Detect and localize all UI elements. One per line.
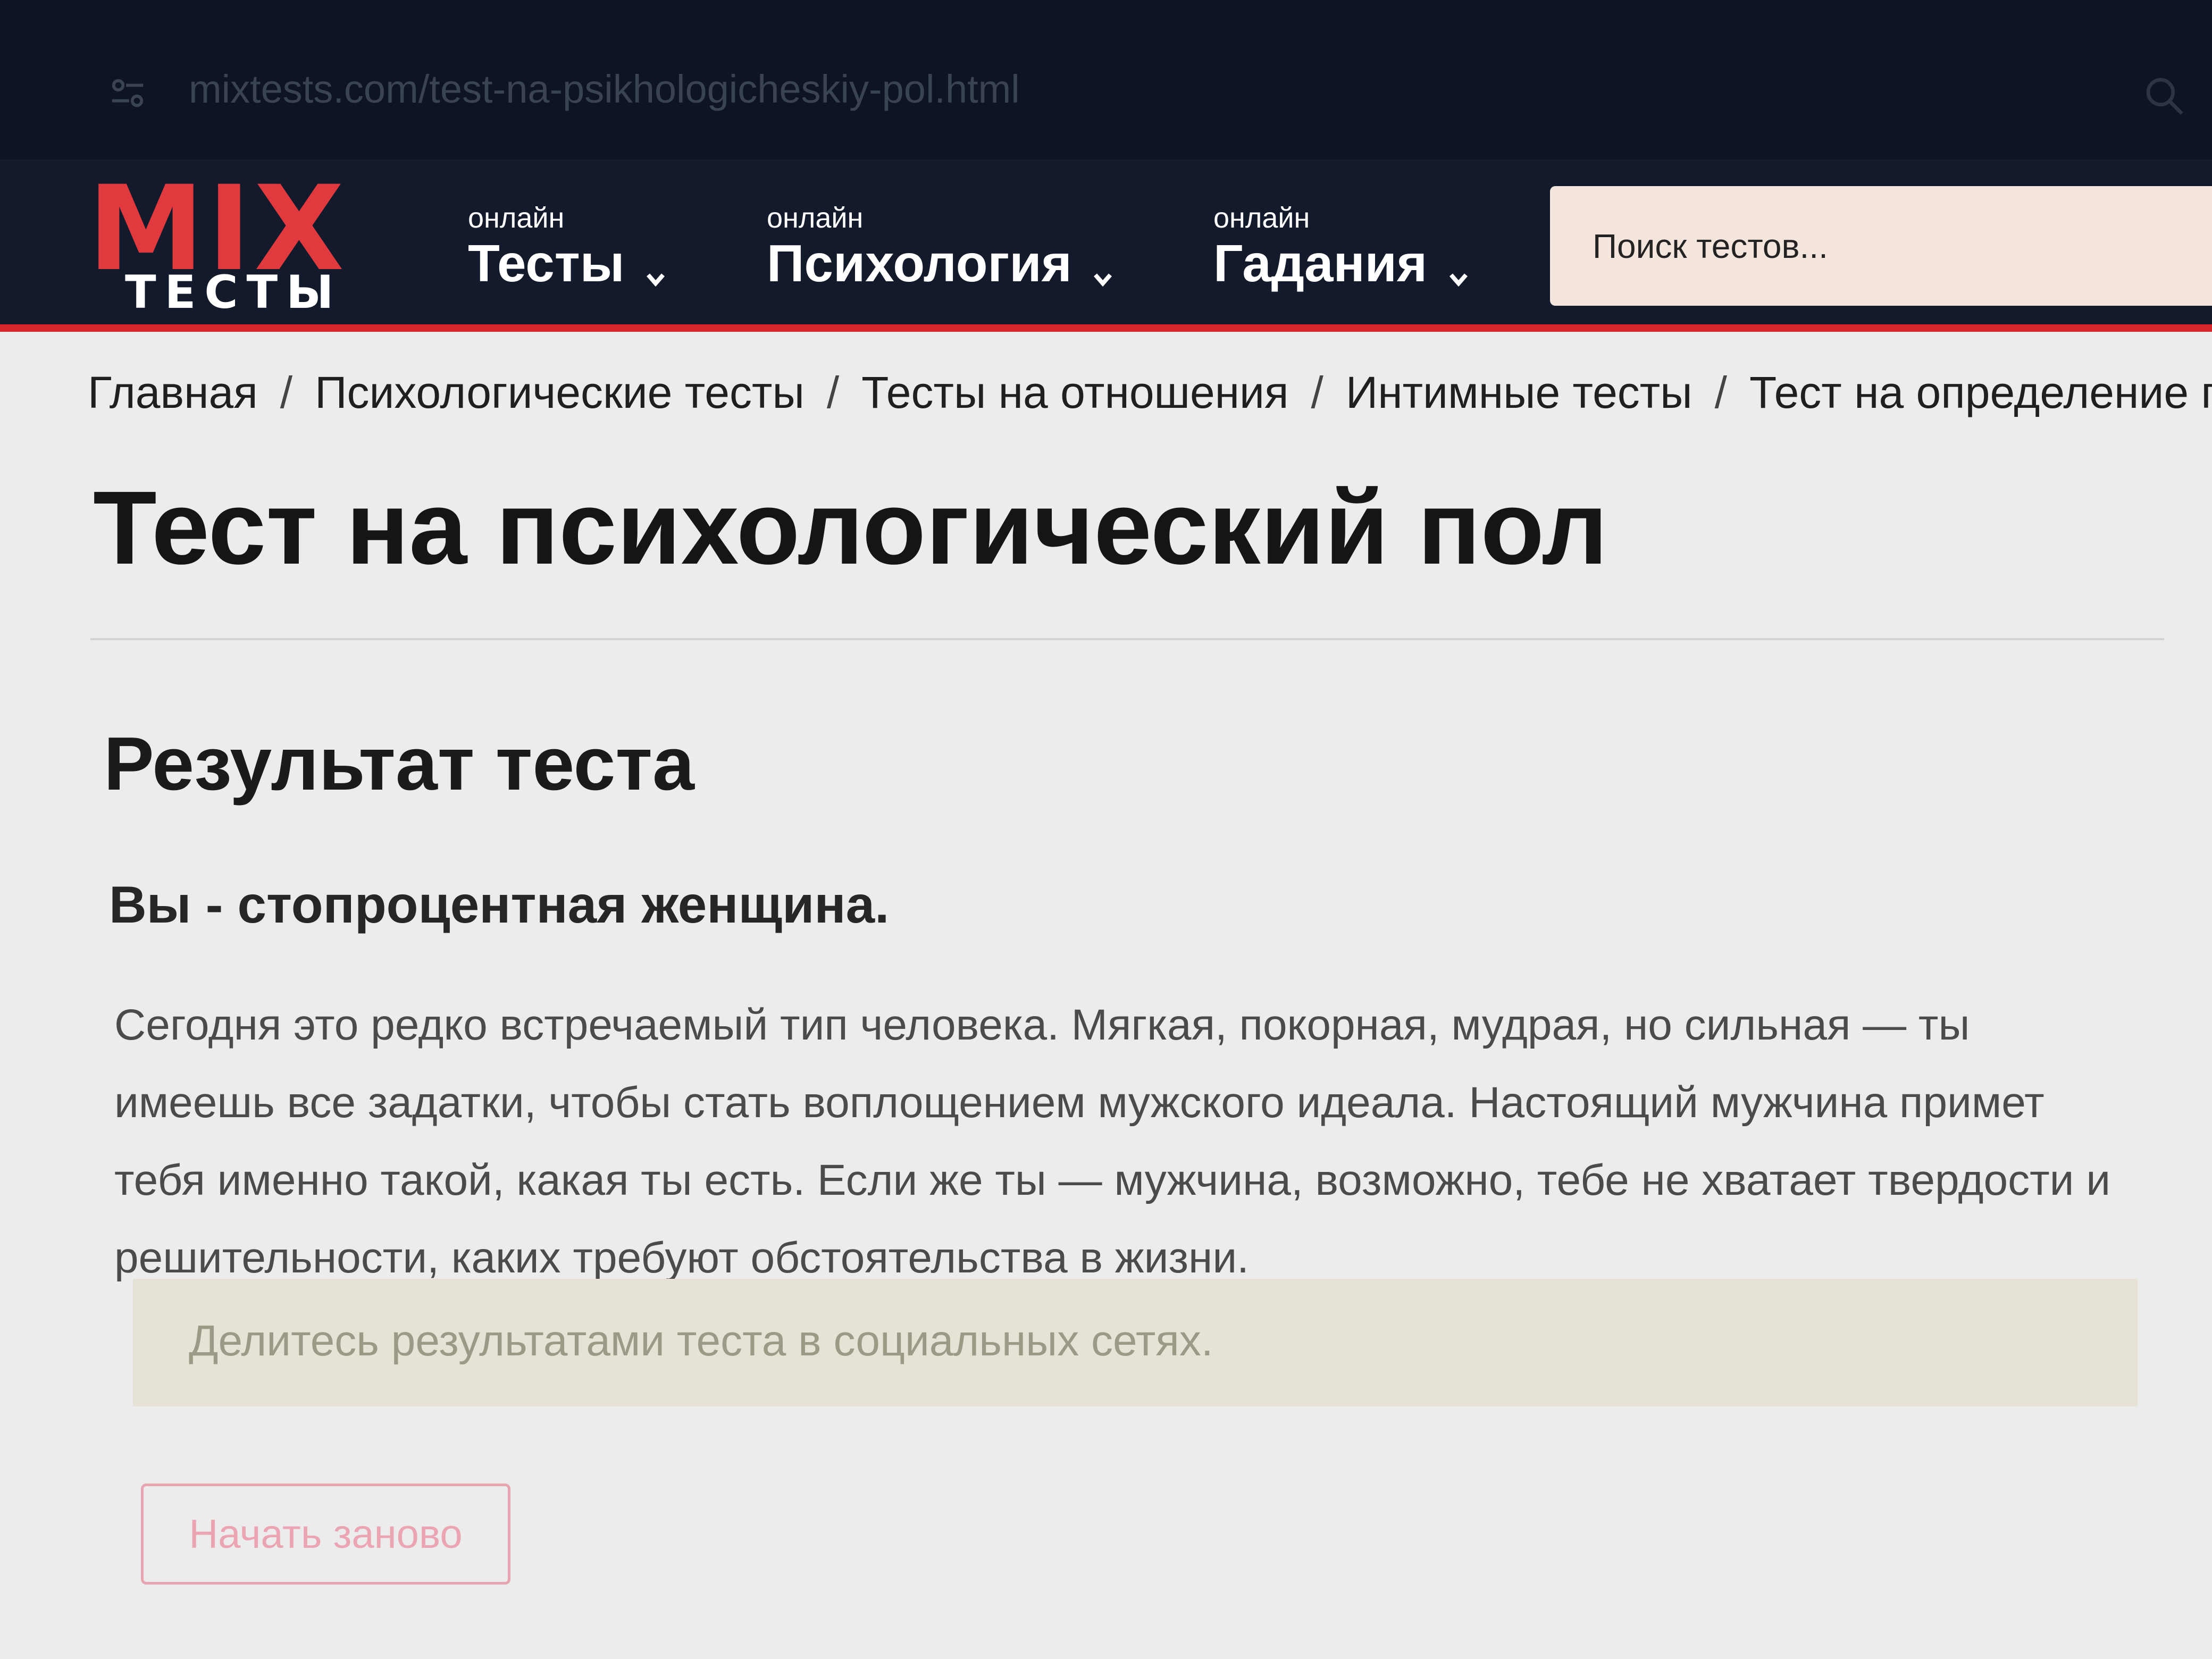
address-bar-url[interactable]: mixtests.com/test-na-psikhologicheskiy-p…: [189, 66, 1020, 112]
search-input[interactable]: [1550, 186, 2212, 306]
restart-button[interactable]: Начать заново: [141, 1484, 510, 1585]
site-settings-icon[interactable]: [109, 74, 146, 112]
logo-tests-text: ТЕСТЫ: [125, 266, 342, 319]
divider: [90, 638, 2164, 640]
breadcrumb: Главная / Психологические тесты / Тесты на о…: [88, 367, 2212, 418]
breadcrumb-separator: /: [1311, 367, 1323, 417]
nav-label: Гадания: [1213, 234, 1428, 292]
nav-label: Психология: [767, 234, 1072, 292]
site-logo[interactable]: MIX ТЕСТЫ: [88, 170, 344, 319]
nav-label: Тесты: [468, 234, 625, 292]
breadcrumb-separator: /: [280, 367, 293, 417]
breadcrumb-current-page: Тест на определение психо: [1749, 367, 2212, 417]
breadcrumb-separator: /: [1714, 367, 1727, 417]
nav-psychology[interactable]: онлайн Психология: [767, 202, 1116, 292]
browser-toolbar: mixtests.com/test-na-psikhologicheskiy-p…: [0, 0, 2212, 160]
nav-kicker: онлайн: [1213, 202, 1310, 234]
result-title: Вы - стопроцентная женщина.: [109, 875, 890, 934]
nav-fortune-telling[interactable]: онлайн Гадания: [1213, 202, 1471, 292]
nav-kicker: онлайн: [468, 202, 565, 234]
chevron-down-icon: [1094, 273, 1112, 287]
share-text: Делитесь результатами теста в социальных…: [189, 1317, 1213, 1365]
breadcrumb-separator: /: [826, 367, 840, 417]
result-description: Сегодня это редко встречаемый тип челове…: [114, 1001, 2111, 1282]
result-heading: Результат теста: [104, 722, 694, 806]
site-header: MIX ТЕСТЫ онлайн Тесты онлайн Психология…: [0, 160, 2212, 332]
share-panel: Делитесь результатами теста в социальных…: [133, 1279, 2138, 1406]
breadcrumb-relationship-tests[interactable]: Тесты на отношения: [861, 367, 1288, 417]
page-title: Тест на психологический пол: [93, 470, 1608, 586]
chevron-down-icon: [1449, 273, 1468, 287]
zoom-icon[interactable]: [2143, 74, 2185, 117]
nav-kicker: онлайн: [767, 202, 864, 234]
breadcrumb-intimate-tests[interactable]: Интимные тесты: [1346, 367, 1692, 417]
nav-tests[interactable]: онлайн Тесты: [468, 202, 668, 292]
chevron-down-icon: [646, 273, 665, 287]
breadcrumb-home[interactable]: Главная: [88, 367, 258, 417]
breadcrumb-psychological-tests[interactable]: Психологические тесты: [315, 367, 805, 417]
